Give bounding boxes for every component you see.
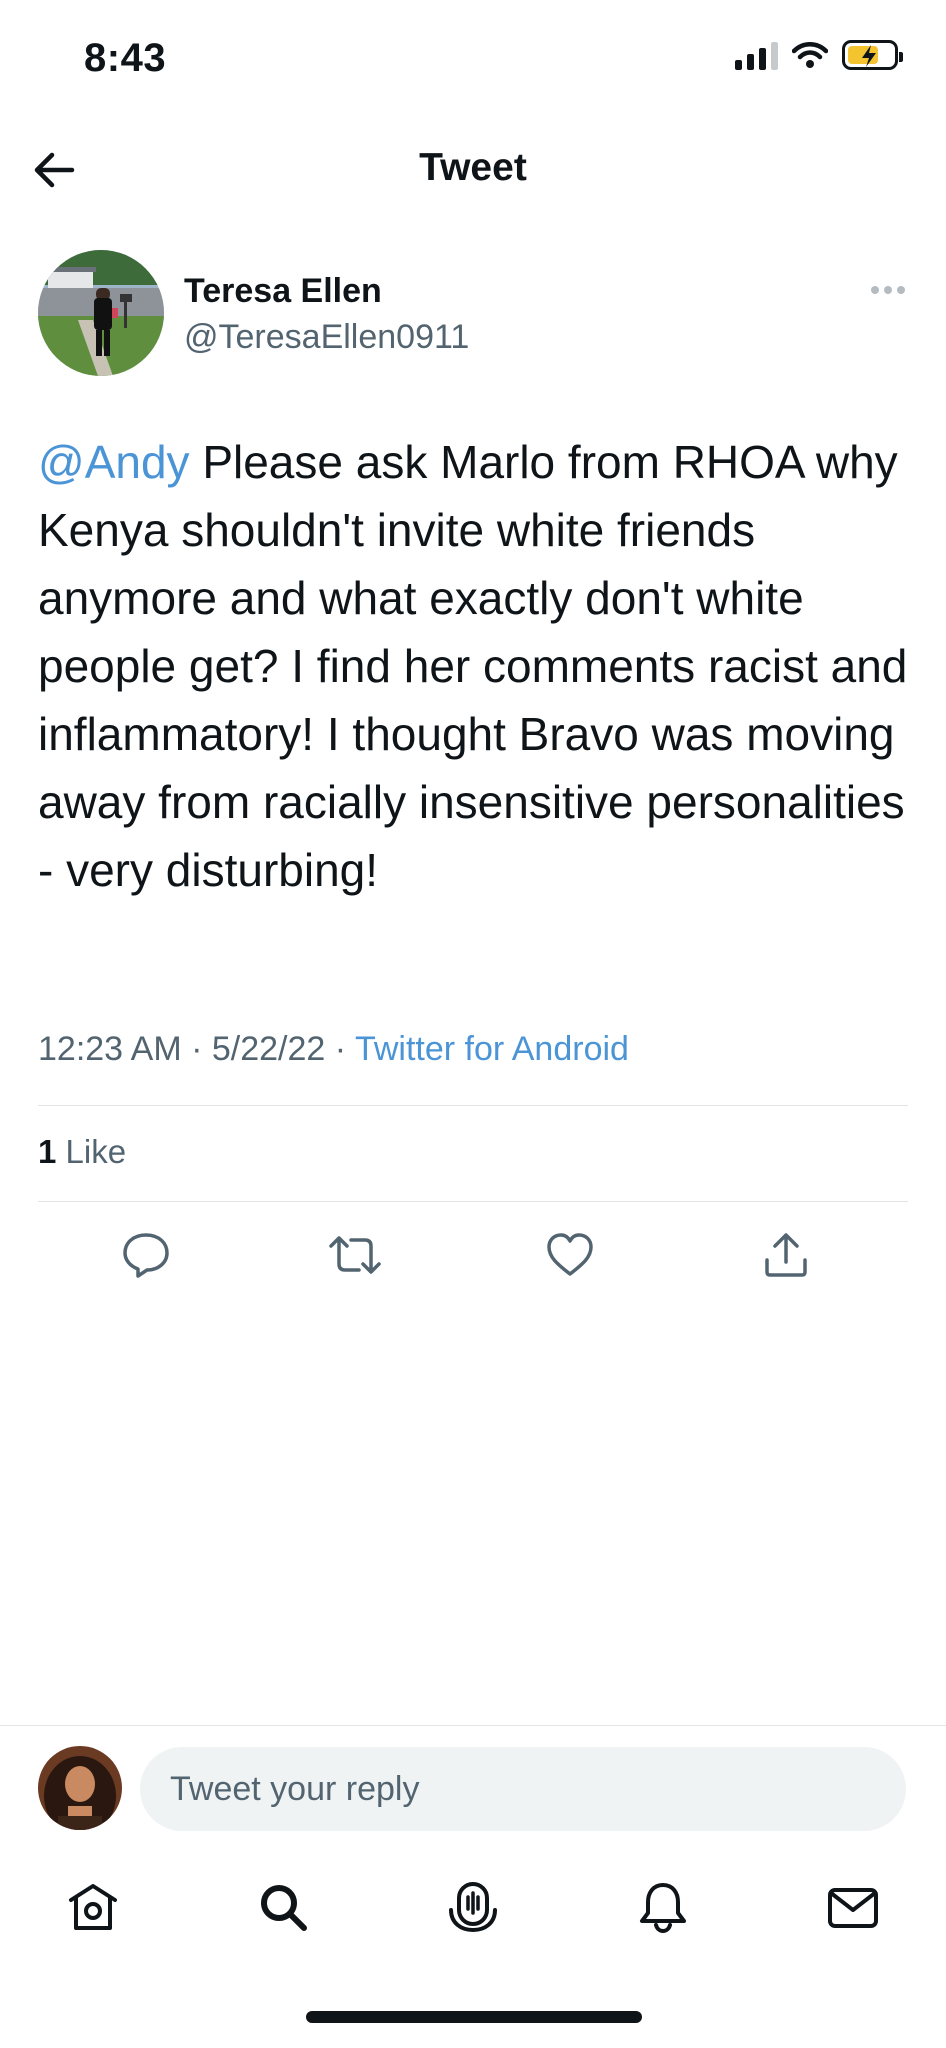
- author-name[interactable]: Teresa Ellen: [184, 272, 382, 311]
- share-icon: [765, 1233, 807, 1277]
- header: Tweet: [0, 120, 946, 220]
- status-bar: 8:43: [0, 0, 946, 120]
- notifications-icon: [640, 1883, 686, 1934]
- battery-icon: [842, 40, 903, 70]
- heart-icon: [547, 1233, 593, 1276]
- reply-button[interactable]: [116, 1225, 176, 1285]
- status-time: 8:43: [84, 36, 167, 80]
- like-count-number: 1: [38, 1133, 57, 1170]
- page-title: Tweet: [419, 146, 527, 189]
- tweet-source-link[interactable]: Twitter for Android: [355, 1030, 629, 1068]
- tweet-meta: 12:23 AM · 5/22/22 · Twitter for Android: [38, 1030, 629, 1068]
- share-button[interactable]: [756, 1225, 816, 1285]
- tab-search[interactable]: [248, 1872, 318, 1942]
- tab-messages[interactable]: [818, 1872, 888, 1942]
- reply-bar: [0, 1725, 946, 1850]
- tweet-date: 5/22/22: [211, 1030, 326, 1068]
- bottom-tab-bar: [0, 1850, 946, 1960]
- status-icons: [735, 40, 903, 70]
- divider: [38, 1105, 908, 1106]
- spaces-icon: [449, 1882, 497, 1933]
- messages-icon: [828, 1888, 878, 1928]
- reply-icon: [123, 1233, 169, 1278]
- home-icon: [69, 1884, 117, 1930]
- current-user-avatar[interactable]: [38, 1746, 122, 1830]
- tab-home[interactable]: [58, 1872, 128, 1942]
- tweet-actions: [38, 1225, 908, 1285]
- author-handle[interactable]: @TeresaEllen0911: [184, 318, 469, 357]
- tweet-author: Teresa Ellen @TeresaEllen0911: [38, 250, 908, 380]
- like-count-label: Like: [56, 1133, 127, 1170]
- author-avatar[interactable]: [38, 250, 164, 376]
- tweet-text: @Andy Please ask Marlo from RHOA why Ken…: [38, 428, 908, 904]
- wifi-icon: [792, 42, 828, 68]
- like-button[interactable]: [540, 1225, 600, 1285]
- tweet-time: 12:23 AM: [38, 1030, 182, 1068]
- divider: [38, 1201, 908, 1202]
- tweet-body: Please ask Marlo from RHOA why Kenya sho…: [38, 436, 908, 896]
- tweet-detail-screen: 8:43 Tweet Teresa Ellen @TeresaEllen0911…: [0, 0, 946, 2048]
- likes-count[interactable]: 1 Like: [38, 1133, 126, 1171]
- home-indicator: [306, 2011, 642, 2023]
- tab-notifications[interactable]: [628, 1872, 698, 1942]
- reply-input[interactable]: [140, 1747, 906, 1831]
- retweet-button[interactable]: [325, 1225, 385, 1285]
- cellular-signal-icon: [735, 40, 778, 70]
- mention-link[interactable]: @Andy: [38, 436, 190, 488]
- retweet-icon: [329, 1236, 381, 1274]
- more-options-button[interactable]: [868, 280, 908, 300]
- search-icon: [261, 1885, 307, 1931]
- more-horizontal-icon: [871, 286, 879, 294]
- tab-spaces[interactable]: [438, 1872, 508, 1942]
